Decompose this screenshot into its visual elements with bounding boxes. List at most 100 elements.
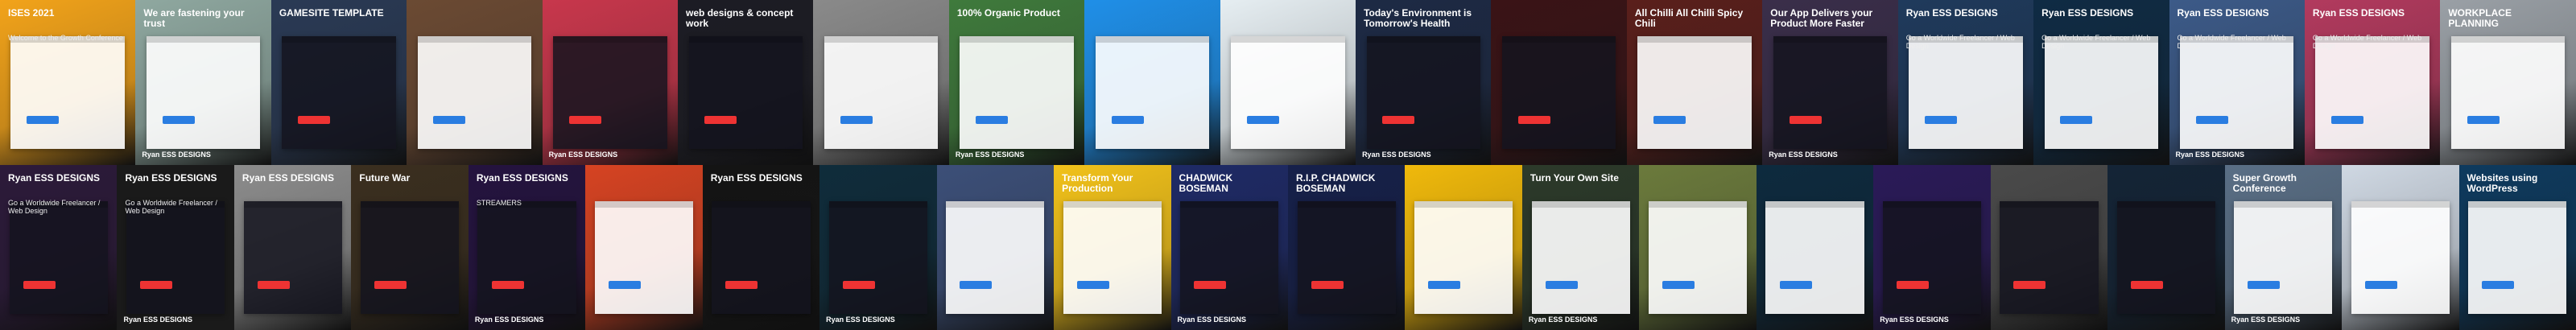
site-screenshot	[946, 201, 1045, 314]
tile-yellow-2[interactable]	[1405, 165, 1522, 330]
site-screenshot	[1637, 36, 1752, 149]
browser-bar	[1414, 201, 1513, 208]
tile-caption: Ryan ESS DESIGNS	[1905, 7, 1998, 19]
tile-tomorrow[interactable]: Today's Environment is Tomorrow's Health…	[1356, 0, 1492, 165]
tile-parrot[interactable]	[585, 165, 703, 330]
tile-gamesite[interactable]: GAMESITE TEMPLATE	[270, 0, 407, 165]
cta-button-shape	[1653, 115, 1686, 124]
cta-button-shape	[1896, 280, 1929, 289]
tile-chadwick-1[interactable]: CHADWICK BOSEMAN Ryan ESS DESIGNS	[1170, 165, 1288, 330]
tile-ryan-6[interactable]: Ryan ESS DESIGNS Go a Worldwide Freelance…	[117, 165, 233, 330]
ryan-logo: Ryan ESS DESIGNS	[1362, 151, 1431, 159]
tile-planning[interactable]: WORKPLACE PLANNING	[2440, 0, 2576, 165]
tile-subtitle: Go a Worldwide Freelancer / Web Design	[2312, 34, 2422, 50]
tile-watch[interactable]	[1756, 165, 1874, 330]
tile-fastening[interactable]: We are fastening your trust Ryan ESS DESI…	[135, 0, 271, 165]
site-screenshot	[126, 201, 225, 314]
cta-button-shape	[568, 115, 601, 124]
tile-chart[interactable]	[2342, 165, 2459, 330]
ryan-logo: Ryan ESS DESIGNS	[1177, 316, 1247, 324]
tile-bull[interactable]: Ryan ESS DESIGNS	[542, 0, 679, 165]
tile-chadwick-2[interactable]: R.I.P. CHADWICK BOSEMAN	[1287, 165, 1406, 330]
tile-caption: Ryan ESS DESIGNS	[2177, 7, 2269, 19]
cta-button-shape	[725, 280, 758, 289]
tile-network[interactable]: Ryan ESS DESIGNS	[819, 165, 937, 330]
browser-bar	[2000, 201, 2099, 208]
tile-stairs[interactable]	[1639, 165, 1757, 330]
tile-concept[interactable]: web designs & concept work	[678, 0, 814, 165]
browser-bar	[824, 36, 939, 43]
cta-button-shape	[23, 280, 56, 289]
tile-caption: Ryan ESS DESIGNS	[125, 172, 217, 184]
tile-ryan-5[interactable]: Ryan ESS DESIGNS Go a Worldwide Freelance…	[0, 165, 118, 330]
tile-ryan-7[interactable]: Ryan ESS DESIGNS	[702, 165, 820, 330]
tile-conference-2[interactable]: Super Growth Conference Ryan ESS DESIGNS	[2224, 165, 2343, 330]
browser-bar	[2351, 201, 2450, 208]
tile-caption: Ryan ESS DESIGNS	[476, 172, 568, 184]
browser-bar	[1231, 36, 1345, 43]
tile-caption: Websites using WordPress	[2467, 172, 2538, 195]
tile-food[interactable]	[407, 0, 543, 165]
cta-button-shape	[1246, 115, 1279, 124]
tile-caption: GAMESITE TEMPLATE	[279, 7, 384, 19]
tile-caption: Super Growth Conference	[2232, 172, 2297, 195]
tile-ryan-3[interactable]: Ryan ESS DESIGNS Go a Worldwide Freelance…	[2169, 0, 2305, 165]
tile-ryan-1[interactable]: Ryan ESS DESIGNS Go a Worldwide Freelance…	[1897, 0, 2034, 165]
tile-workspace[interactable]	[936, 165, 1055, 330]
tile-bike[interactable]: Ryan ESS DESIGNS	[233, 165, 352, 330]
site-screenshot	[1297, 201, 1396, 314]
tile-nature[interactable]: 100% Organic Product Ryan ESS DESIGNS	[948, 0, 1085, 165]
site-screenshot	[146, 36, 261, 149]
tile-future[interactable]: Future War	[351, 165, 469, 330]
tile-architecture[interactable]	[813, 0, 949, 165]
site-screenshot	[9, 201, 108, 314]
site-screenshot	[243, 201, 342, 314]
browser-bar	[946, 201, 1045, 208]
tile-green-app[interactable]	[1220, 0, 1356, 165]
tile-caption: Ryan ESS DESIGNS	[2312, 7, 2405, 19]
cta-button-shape	[1194, 280, 1227, 289]
tile-chili[interactable]: All Chilli All Chilli Spicy Chili	[1626, 0, 1763, 165]
ryan-logo: Ryan ESS DESIGNS	[2231, 316, 2301, 324]
cta-button-shape	[140, 280, 173, 289]
tile-caption: ISES 2021	[8, 7, 55, 19]
site-screenshot	[1773, 36, 1888, 149]
cta-button-shape	[960, 280, 993, 289]
tile-caption: WORKPLACE PLANNING	[2448, 7, 2512, 30]
tile-purple[interactable]: Ryan ESS DESIGNS	[1873, 165, 1991, 330]
tile-city[interactable]: Websites using WordPress	[2458, 165, 2576, 330]
tile-yellow[interactable]: Transform Your Production	[1054, 165, 1171, 330]
tile-streamers[interactable]: Ryan ESS DESIGNS STREAMERS Ryan ESS DESIGN…	[468, 165, 586, 330]
site-screenshot	[1231, 36, 1345, 149]
tile-blue-blur[interactable]	[2107, 165, 2225, 330]
cta-button-shape	[2467, 115, 2500, 124]
tile-conference-1[interactable]: ISES 2021 Welcome to the Growth Conferenc…	[0, 0, 136, 165]
cta-button-shape	[27, 115, 60, 124]
browser-bar	[828, 201, 927, 208]
browser-bar	[960, 36, 1074, 43]
tile-ryan-2[interactable]: Ryan ESS DESIGNS Go a Worldwide Freelance…	[2033, 0, 2169, 165]
site-screenshot	[1063, 201, 1162, 314]
tile-app[interactable]: Our App Delivers your Product More Faste…	[1762, 0, 1898, 165]
cta-button-shape	[2364, 280, 2397, 289]
cta-button-shape	[374, 280, 407, 289]
tile-green-site[interactable]: Turn Your Own Site Ryan ESS DESIGNS	[1521, 165, 1640, 330]
portfolio-wall: ISES 2021 Welcome to the Growth Conferenc…	[0, 0, 2576, 330]
tile-subtitle: Go a Worldwide Freelancer / Web Design	[2041, 34, 2151, 50]
tile-subtitle: Go a Worldwide Freelancer / Web Design	[1905, 34, 2015, 50]
site-screenshot	[712, 201, 811, 314]
browser-bar	[360, 201, 460, 208]
cta-button-shape	[1428, 280, 1461, 289]
browser-bar	[1637, 36, 1752, 43]
browser-bar	[1063, 201, 1162, 208]
tile-dark-red[interactable]	[1491, 0, 1627, 165]
tile-caption: Turn Your Own Site	[1530, 172, 1619, 184]
browser-bar	[1773, 36, 1888, 43]
tile-blue-site[interactable]	[1084, 0, 1220, 165]
tile-ryan-4[interactable]: Ryan ESS DESIGNS Go a Worldwide Freelance…	[2304, 0, 2441, 165]
site-screenshot	[2234, 201, 2333, 314]
portfolio-row-bottom: Ryan ESS DESIGNS Go a Worldwide Freelance…	[0, 165, 2576, 330]
tile-caption: Today's Environment is Tomorrow's Health	[1364, 7, 1472, 30]
tile-dark-gray[interactable]	[1990, 165, 2108, 330]
tile-caption: Our App Delivers your Product More Faste…	[1770, 7, 1873, 30]
